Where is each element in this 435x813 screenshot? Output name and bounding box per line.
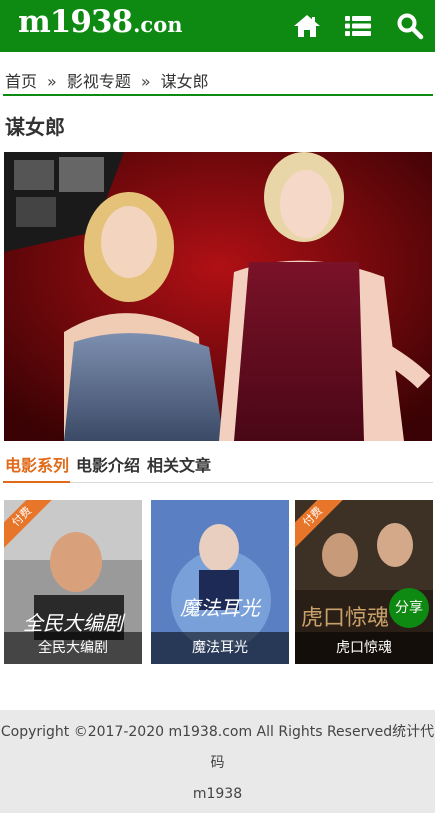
logo-suffix-text: .con bbox=[133, 12, 183, 37]
movie-card[interactable]: 魔法耳光 魔法耳光 bbox=[151, 500, 289, 664]
tab-film-series[interactable]: 电影系列 bbox=[5, 452, 69, 476]
movie-card-title: 魔法耳光 bbox=[151, 632, 289, 664]
search-icon[interactable] bbox=[396, 12, 424, 40]
tab-film-intro[interactable]: 电影介绍 bbox=[76, 452, 140, 476]
breadcrumb-divider bbox=[3, 94, 433, 96]
tab-related-articles[interactable]: 相关文章 bbox=[147, 452, 211, 476]
site-logo[interactable]: m1938.con bbox=[18, 4, 182, 40]
page-footer: Copyright ©2017-2020 m1938.com All Right… bbox=[0, 710, 435, 813]
breadcrumb-home-link[interactable]: 首页 bbox=[5, 72, 37, 91]
breadcrumb-separator: » bbox=[140, 72, 151, 91]
breadcrumb-topic-link[interactable]: 影视专题 bbox=[67, 72, 131, 91]
logo-main-text: m1938 bbox=[18, 4, 133, 40]
movie-card[interactable]: 虎口惊魂 付费 分享 虎口惊魂 bbox=[295, 500, 433, 664]
breadcrumb-current: 谋女郎 bbox=[160, 72, 209, 91]
top-header: m1938.con bbox=[0, 0, 435, 52]
breadcrumb-separator: » bbox=[47, 72, 57, 91]
page-title: 谋女郎 bbox=[5, 115, 65, 139]
poster-title-art: 虎口惊魂 bbox=[301, 606, 389, 631]
hero-image bbox=[4, 152, 432, 441]
movie-card-title: 全民大编剧 bbox=[4, 632, 142, 664]
poster-title-art: 魔法耳光 bbox=[180, 596, 262, 620]
breadcrumb: 首页 » 影视专题 » 谋女郎 bbox=[5, 68, 209, 92]
home-icon[interactable] bbox=[293, 12, 321, 40]
movie-card[interactable]: 全民大编剧 付费 全民大编剧 bbox=[4, 500, 142, 664]
footer-copyright-cont: 码 bbox=[210, 755, 225, 771]
tab-bar: 电影系列 电影介绍 相关文章 bbox=[5, 452, 218, 476]
footer-copyright: Copyright ©2017-2020 m1938.com All Right… bbox=[0, 724, 435, 740]
footer-site-name: m1938 bbox=[192, 786, 243, 802]
active-tab-indicator bbox=[3, 481, 70, 483]
movie-card-title: 虎口惊魂 bbox=[295, 632, 433, 664]
share-button[interactable]: 分享 bbox=[389, 588, 429, 628]
list-icon[interactable] bbox=[344, 12, 372, 40]
